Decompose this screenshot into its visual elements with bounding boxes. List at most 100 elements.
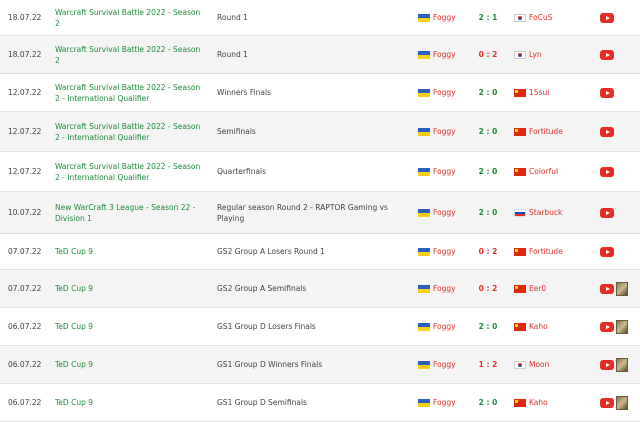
player1-link[interactable]: Foggy	[418, 384, 480, 421]
match-score: 2 : 0	[478, 208, 498, 217]
match-date: 07.07.22	[8, 284, 42, 293]
player1-name: Foggy	[433, 284, 456, 293]
player2-link[interactable]: Fortitude	[514, 234, 594, 269]
youtube-icon[interactable]	[600, 166, 614, 177]
match-score: 1 : 2	[478, 360, 498, 369]
flag-icon	[514, 360, 526, 369]
player2-link[interactable]: Colorful	[514, 152, 594, 191]
player1-link[interactable]: Foggy	[418, 192, 480, 233]
match-date: 12.07.22	[8, 167, 42, 176]
tournament-link[interactable]: Warcraft Survival Battle 2022 - Season 2…	[55, 152, 205, 191]
player2-name: Moon	[529, 360, 550, 369]
youtube-icon[interactable]	[600, 359, 614, 370]
tournament-link[interactable]: TeD Cup 9	[55, 384, 205, 421]
youtube-icon[interactable]	[600, 283, 614, 294]
youtube-icon[interactable]	[600, 49, 614, 60]
player2-link[interactable]: Starbuck	[514, 192, 594, 233]
match-date: 06.07.22	[8, 398, 42, 407]
tournament-link[interactable]: New WarCraft 3 League - Season 22 - Divi…	[55, 192, 205, 233]
youtube-icon[interactable]	[600, 246, 614, 257]
youtube-icon[interactable]	[600, 207, 614, 218]
tournament-link[interactable]: TeD Cup 9	[55, 234, 205, 269]
match-date: 06.07.22	[8, 360, 42, 369]
youtube-icon[interactable]	[600, 87, 614, 98]
player1-link[interactable]: Foggy	[418, 0, 480, 35]
youtube-icon[interactable]	[600, 397, 614, 408]
player2-link[interactable]: Kaho	[514, 308, 594, 345]
player1-name: Foggy	[433, 13, 456, 22]
youtube-icon[interactable]	[600, 126, 614, 137]
round-label: Regular season Round 2 - RAPTOR Gaming v…	[217, 202, 388, 223]
match-score: 2 : 0	[478, 398, 498, 407]
match-score: 0 : 2	[478, 50, 498, 59]
tournament-link[interactable]: TeD Cup 9	[55, 270, 205, 307]
player2-name: Lyn	[529, 50, 542, 59]
match-score: 2 : 0	[478, 88, 498, 97]
flag-icon	[418, 360, 430, 369]
player1-link[interactable]: Foggy	[418, 74, 480, 111]
player2-name: Starbuck	[529, 208, 563, 217]
match-date: 06.07.22	[8, 322, 42, 331]
round-label: GS2 Group A Semifinals	[217, 284, 307, 293]
player1-name: Foggy	[433, 208, 456, 217]
tournament-link[interactable]: Warcraft Survival Battle 2022 - Season 2	[55, 36, 205, 73]
match-date: 12.07.22	[8, 88, 42, 97]
player2-link[interactable]: Eer0	[514, 270, 594, 307]
player2-name: Eer0	[529, 284, 547, 293]
player2-name: Colorful	[529, 167, 559, 176]
player2-link[interactable]: 15sui	[514, 74, 594, 111]
flag-icon	[514, 50, 526, 59]
tournament-link[interactable]: TeD Cup 9	[55, 346, 205, 383]
player2-link[interactable]: FoCuS	[514, 0, 594, 35]
match-score: 2 : 0	[478, 322, 498, 331]
player1-name: Foggy	[433, 322, 456, 331]
flag-icon	[514, 127, 526, 136]
flag-icon	[418, 322, 430, 331]
flag-icon	[514, 284, 526, 293]
player2-link[interactable]: Moon	[514, 346, 594, 383]
flag-icon	[418, 398, 430, 407]
tournament-link[interactable]: TeD Cup 9	[55, 308, 205, 345]
flag-icon	[514, 13, 526, 22]
player2-name: 15sui	[529, 88, 550, 97]
match-score: 2 : 0	[478, 167, 498, 176]
match-row: 07.07.22 TeD Cup 9 GS2 Group A Semifinal…	[0, 270, 640, 308]
round-label: GS1 Group D Losers Finals	[217, 322, 316, 331]
match-row: 07.07.22 TeD Cup 9 GS2 Group A Losers Ro…	[0, 234, 640, 270]
match-date: 18.07.22	[8, 13, 42, 22]
player1-link[interactable]: Foggy	[418, 270, 480, 307]
flag-icon	[514, 322, 526, 331]
player2-link[interactable]: Lyn	[514, 36, 594, 73]
caster-avatar-icon[interactable]	[616, 357, 628, 372]
caster-avatar-icon[interactable]	[616, 319, 628, 334]
youtube-icon[interactable]	[600, 321, 614, 332]
player1-link[interactable]: Foggy	[418, 36, 480, 73]
youtube-icon[interactable]	[600, 12, 614, 23]
player1-name: Foggy	[433, 167, 456, 176]
player1-link[interactable]: Foggy	[418, 112, 480, 151]
flag-icon	[418, 167, 430, 176]
player1-link[interactable]: Foggy	[418, 308, 480, 345]
caster-avatar-icon[interactable]	[616, 395, 628, 410]
player2-link[interactable]: Fortitude	[514, 112, 594, 151]
match-score: 2 : 1	[478, 13, 498, 22]
match-score: 0 : 2	[478, 247, 498, 256]
player1-link[interactable]: Foggy	[418, 152, 480, 191]
tournament-link[interactable]: Warcraft Survival Battle 2022 - Season 2…	[55, 74, 205, 111]
player1-link[interactable]: Foggy	[418, 234, 480, 269]
flag-icon	[514, 247, 526, 256]
match-row: 18.07.22 Warcraft Survival Battle 2022 -…	[0, 0, 640, 36]
player1-link[interactable]: Foggy	[418, 346, 480, 383]
caster-avatar-icon[interactable]	[616, 281, 628, 296]
flag-icon	[514, 208, 526, 217]
match-row: 12.07.22 Warcraft Survival Battle 2022 -…	[0, 74, 640, 112]
tournament-link[interactable]: Warcraft Survival Battle 2022 - Season 2…	[55, 112, 205, 151]
flag-icon	[418, 208, 430, 217]
player2-link[interactable]: Kaho	[514, 384, 594, 421]
match-date: 10.07.22	[8, 208, 42, 217]
flag-icon	[514, 167, 526, 176]
match-score: 2 : 0	[478, 127, 498, 136]
tournament-link[interactable]: Warcraft Survival Battle 2022 - Season 2	[55, 0, 205, 35]
player2-name: FoCuS	[529, 13, 553, 22]
flag-icon	[418, 50, 430, 59]
